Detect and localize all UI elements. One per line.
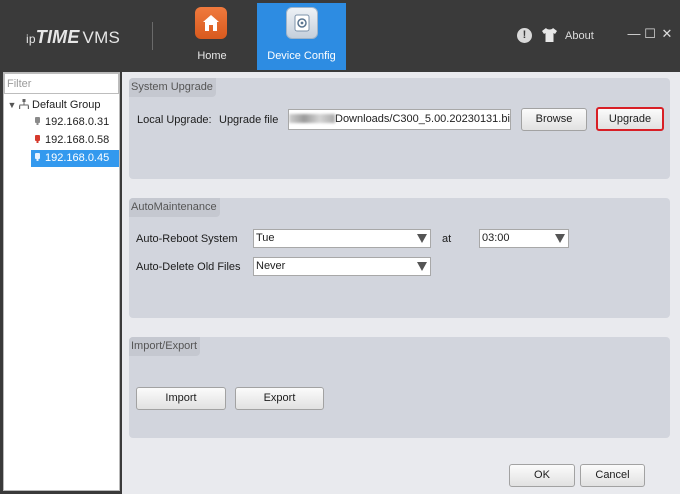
upgrade-file-label: Upgrade file xyxy=(219,114,279,126)
section-title: Import/Export xyxy=(129,337,201,356)
device-tree-panel: ▼ Default Group 192.168.0.31 192.168.0.5… xyxy=(3,72,120,491)
tab-device-config-label: Device Config xyxy=(267,50,336,62)
tree-group-default[interactable]: ▼ Default Group xyxy=(6,97,100,114)
device-ip-label: 192.168.0.31 xyxy=(45,116,110,128)
network-group-icon xyxy=(18,98,32,116)
device-config-icon xyxy=(286,7,318,39)
auto-maintenance-section: AutoMaintenance Auto-Reboot System Tue a… xyxy=(129,198,670,318)
chevron-down-icon xyxy=(417,262,427,271)
tree-group-label: Default Group xyxy=(32,99,101,111)
cancel-button[interactable]: Cancel xyxy=(580,464,645,487)
auto-reboot-label: Auto-Reboot System xyxy=(136,233,238,245)
section-title: AutoMaintenance xyxy=(129,198,220,217)
device-ip-label: 192.168.0.45 xyxy=(45,152,110,164)
about-link[interactable]: About xyxy=(565,30,594,42)
camera-icon xyxy=(33,151,45,168)
device-item-selected[interactable]: 192.168.0.45 xyxy=(31,150,119,167)
close-button[interactable]: ✕ xyxy=(660,27,674,41)
home-icon xyxy=(195,7,227,39)
browse-button[interactable]: Browse xyxy=(521,108,587,131)
device-item[interactable]: 192.168.0.31 xyxy=(31,114,119,131)
tab-device-config[interactable]: Device Config xyxy=(257,3,346,70)
logo-suffix: VMS xyxy=(82,28,120,47)
auto-delete-select[interactable]: Never xyxy=(253,257,431,276)
upgrade-file-path-field[interactable]: Downloads/C300_5.00.20230131.bin xyxy=(288,109,511,130)
device-ip-label: 192.168.0.58 xyxy=(45,134,110,146)
tab-home[interactable]: Home xyxy=(181,3,243,70)
at-label: at xyxy=(442,233,452,245)
device-config-panel: System Upgrade Local Upgrade: Upgrade fi… xyxy=(122,72,680,494)
chevron-down-icon xyxy=(417,234,427,243)
upgrade-file-path: Downloads/C300_5.00.20230131.bin xyxy=(335,113,511,125)
system-upgrade-section: System Upgrade Local Upgrade: Upgrade fi… xyxy=(129,78,670,179)
auto-delete-value: Never xyxy=(256,260,286,272)
import-export-section: Import/Export Import Export xyxy=(129,337,670,438)
reboot-day-select[interactable]: Tue xyxy=(253,229,431,248)
ok-button[interactable]: OK xyxy=(509,464,575,487)
app-logo: ipTIME VMS xyxy=(26,27,120,48)
device-item[interactable]: 192.168.0.58 xyxy=(31,132,119,149)
upgrade-button[interactable]: Upgrade xyxy=(596,107,664,131)
logo-prefix: ip xyxy=(26,32,36,46)
chevron-down-icon xyxy=(555,234,565,243)
filter-input[interactable] xyxy=(4,73,119,94)
reboot-day-value: Tue xyxy=(256,232,275,244)
import-button[interactable]: Import xyxy=(136,387,226,410)
reboot-time-select[interactable]: 03:00 xyxy=(479,229,569,248)
minimize-button[interactable]: — xyxy=(627,27,641,41)
reboot-time-value: 03:00 xyxy=(482,232,510,244)
app-header: ipTIME VMS Home Device Config ! About — ☐… xyxy=(0,0,680,70)
export-button[interactable]: Export xyxy=(235,387,324,410)
logo-brand: TIME xyxy=(35,27,80,47)
logo-divider xyxy=(152,22,153,50)
warning-icon[interactable]: ! xyxy=(517,28,532,43)
redacted-path-segment xyxy=(289,114,335,123)
auto-delete-label: Auto-Delete Old Files xyxy=(136,261,241,273)
skin-icon[interactable] xyxy=(541,27,558,46)
camera-alert-icon xyxy=(33,133,45,150)
camera-icon xyxy=(33,115,45,132)
local-upgrade-label: Local Upgrade: xyxy=(137,114,212,126)
tab-home-label: Home xyxy=(197,50,227,62)
maximize-button[interactable]: ☐ xyxy=(643,27,657,41)
expand-toggle-icon[interactable]: ▼ xyxy=(6,97,18,114)
section-title: System Upgrade xyxy=(129,78,216,97)
